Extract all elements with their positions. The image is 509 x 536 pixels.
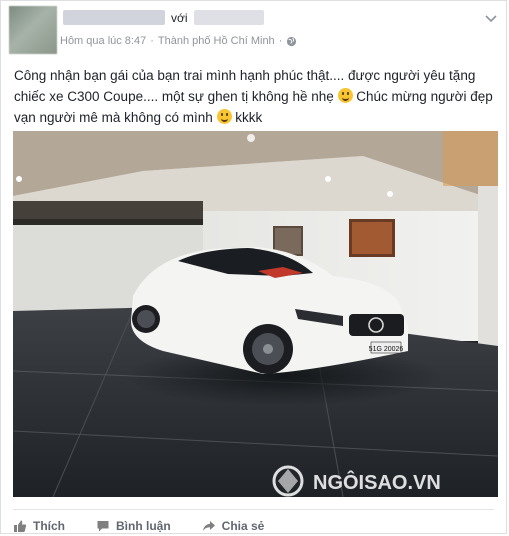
- share-button[interactable]: Chia sẻ: [202, 516, 265, 536]
- meta-separator-2: ·: [278, 35, 283, 47]
- post-caption: Công nhận bạn gái của bạn trai mình hạnh…: [14, 65, 496, 128]
- facebook-post: với Hôm qua lúc 8:47 · Thành phố Hồ Chí …: [0, 0, 507, 534]
- post-timestamp[interactable]: Hôm qua lúc 8:47: [60, 35, 146, 47]
- comment-icon: [97, 521, 109, 532]
- avatar[interactable]: [9, 6, 57, 54]
- post-location[interactable]: Thành phố Hồ Chí Minh: [158, 35, 275, 47]
- post-actions: Thích Bình luận Chia sẻ: [13, 516, 295, 536]
- share-label: Chia sẻ: [221, 519, 265, 533]
- comment-button[interactable]: Bình luận: [96, 516, 171, 536]
- share-arrow-icon: [202, 521, 215, 531]
- thumbs-up-icon: [14, 520, 27, 532]
- with-label: với: [171, 11, 188, 25]
- meta-separator: ·: [150, 35, 154, 47]
- author-name-blurred[interactable]: [63, 10, 165, 25]
- tagged-name-blurred[interactable]: [194, 10, 264, 25]
- caption-text-3: kkkk: [231, 110, 263, 125]
- like-label: Thích: [33, 519, 65, 533]
- chevron-down-icon[interactable]: [484, 11, 498, 25]
- car-showroom-image: 51G 20026 NGÔISAO.VN: [13, 131, 498, 497]
- globe-icon[interactable]: [286, 36, 297, 47]
- license-plate: 51G 20026: [369, 346, 404, 353]
- watermark-text: NGÔISAO.VN: [313, 470, 441, 494]
- like-button[interactable]: Thích: [13, 516, 65, 536]
- smile-emoji-icon: [337, 88, 353, 103]
- post-photo[interactable]: 51G 20026 NGÔISAO.VN: [13, 131, 498, 497]
- smile-emoji-icon: [216, 109, 232, 124]
- post-meta: Hôm qua lúc 8:47 · Thành phố Hồ Chí Minh…: [60, 35, 297, 47]
- divider: [13, 509, 494, 510]
- comment-label: Bình luận: [116, 519, 171, 533]
